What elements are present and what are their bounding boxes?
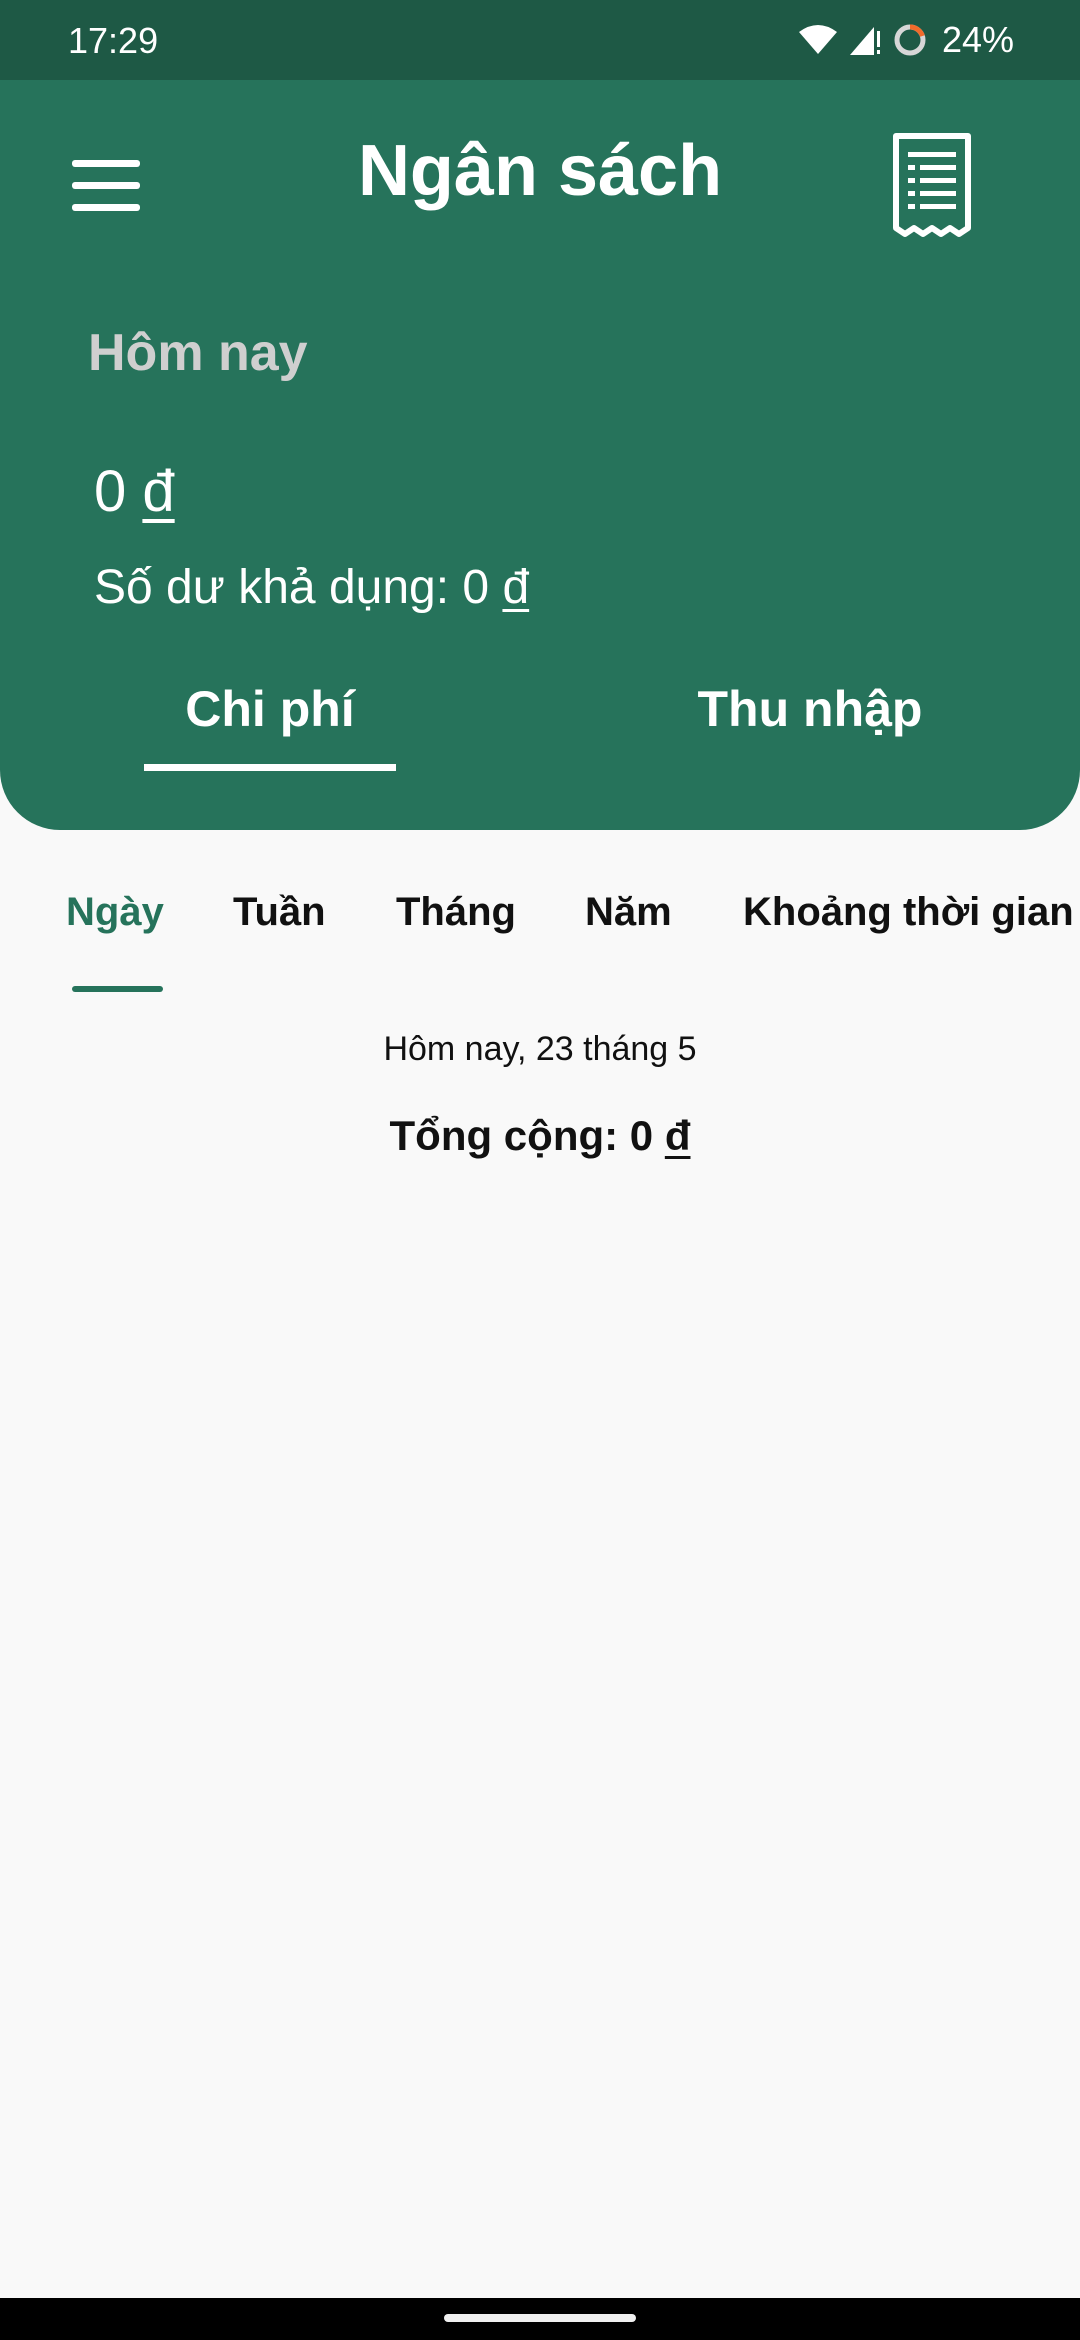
- currency-symbol: đ: [142, 459, 175, 524]
- navigation-bar: [0, 2298, 1080, 2340]
- tab-expenses[interactable]: Chi phí: [144, 680, 396, 738]
- battery-percentage: 24%: [941, 19, 1014, 60]
- period-tab-indicator: [72, 986, 163, 992]
- wifi-icon: [798, 25, 837, 54]
- budget-header: Ngân sách Hôm nay 0 đ Số dư khả dụng: 0 …: [0, 80, 1080, 830]
- date-label: Hôm nay, 23 tháng 5: [383, 1030, 697, 1068]
- total-summary: Tổng cộng: 0 đ: [0, 1112, 1080, 1160]
- tab-year[interactable]: Năm: [585, 890, 672, 935]
- period-tabs: Ngày Tuần Tháng Năm Khoảng thời gian: [0, 890, 1080, 992]
- home-gesture-handle[interactable]: [444, 2314, 636, 2322]
- tab-week[interactable]: Tuần: [233, 890, 326, 935]
- total-label: Tổng cộng: 0: [389, 1112, 654, 1159]
- status-time: 17:29: [68, 20, 159, 61]
- tab-month[interactable]: Tháng: [396, 890, 516, 935]
- status-bar: 17:29 24%: [0, 0, 1080, 80]
- budget-screen: 17:29 24% Ngân sách Hôm nay 0 đ Số dư kh…: [0, 0, 1080, 2340]
- tab-date-range[interactable]: Khoảng thời gian: [743, 890, 1074, 935]
- active-tab-indicator: [144, 764, 396, 771]
- tab-day[interactable]: Ngày: [66, 890, 164, 935]
- cell-signal-icon: [849, 27, 880, 55]
- amount-value: 0: [94, 459, 127, 524]
- battery-saver-icon: [894, 24, 926, 56]
- status-icons: 24%: [798, 18, 1014, 62]
- currency-symbol: đ: [664, 1112, 691, 1159]
- tab-income[interactable]: Thu nhập: [650, 680, 970, 738]
- balance-label: Số dư khả dụng: 0: [94, 561, 490, 614]
- period-label: Hôm nay: [88, 324, 308, 382]
- available-balance: Số dư khả dụng: 0 đ: [94, 560, 529, 615]
- receipt-icon[interactable]: [890, 132, 974, 238]
- total-amount: 0 đ: [94, 458, 175, 525]
- currency-symbol: đ: [502, 561, 530, 614]
